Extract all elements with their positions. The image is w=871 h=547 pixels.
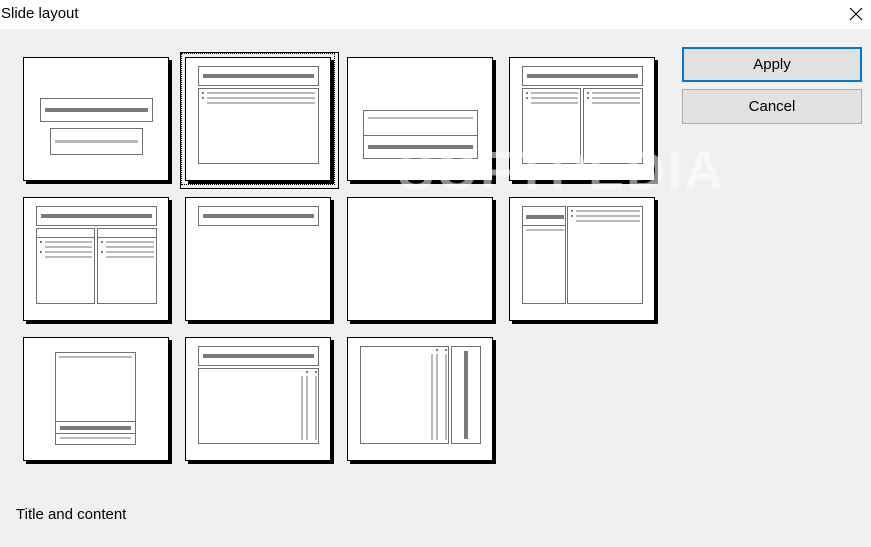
close-icon: [849, 7, 863, 21]
close-button[interactable]: [841, 0, 871, 28]
right-content-placeholder: [583, 88, 643, 164]
apply-button[interactable]: Apply: [682, 47, 862, 82]
subtitle-placeholder: [50, 128, 143, 155]
left-content-placeholder: [522, 88, 581, 164]
cancel-button[interactable]: Cancel: [682, 89, 862, 124]
right-content-placeholder: [97, 228, 157, 304]
caption-placeholder: [55, 421, 136, 445]
layout-content-with-caption[interactable]: [509, 197, 655, 321]
layout-picture-with-caption[interactable]: [23, 337, 169, 461]
vertical-content-placeholder: [360, 346, 449, 444]
left-content-placeholder: [36, 228, 95, 304]
layout-section-header[interactable]: [347, 57, 493, 181]
content-placeholder: [567, 206, 643, 304]
layout-title-slide[interactable]: [23, 57, 169, 181]
title-placeholder: [363, 110, 478, 136]
selected-layout-name: Title and content: [16, 506, 127, 523]
title-placeholder: [36, 206, 157, 226]
picture-placeholder: [55, 352, 136, 422]
title-placeholder: [198, 66, 319, 86]
layout-comparison[interactable]: [23, 197, 169, 321]
layout-title-and-vertical-text[interactable]: [185, 337, 331, 461]
title-placeholder: [40, 98, 153, 122]
layout-two-content[interactable]: [509, 57, 655, 181]
layout-title-only[interactable]: [185, 197, 331, 321]
title-placeholder: [522, 66, 643, 86]
layout-vertical-title-and-text[interactable]: [347, 337, 493, 461]
text-placeholder: [363, 135, 478, 159]
window-title: Slide layout: [1, 5, 79, 22]
title-placeholder: [198, 206, 319, 226]
content-placeholder: [198, 88, 319, 164]
layout-blank[interactable]: [347, 197, 493, 321]
title-bar: Slide layout: [0, 0, 871, 29]
vertical-title-placeholder: [451, 346, 481, 444]
layout-title-and-content[interactable]: [180, 52, 339, 189]
vertical-content-placeholder: [198, 368, 319, 444]
title-placeholder: [522, 206, 566, 304]
title-placeholder: [198, 346, 319, 366]
